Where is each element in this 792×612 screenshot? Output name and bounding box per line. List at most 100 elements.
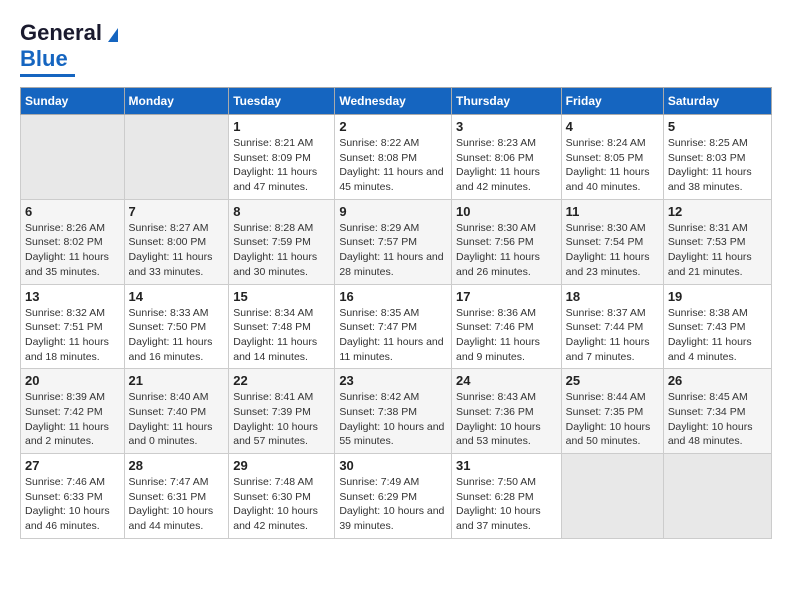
calendar-table: SundayMondayTuesdayWednesdayThursdayFrid… — [20, 87, 772, 539]
day-cell: 24 Sunrise: 8:43 AM Sunset: 7:36 PM Dayli… — [452, 369, 562, 454]
day-number: 16 — [339, 289, 447, 304]
day-number: 15 — [233, 289, 330, 304]
week-row-3: 13Sunrise: 8:32 AM Sunset: 7:51 PM Dayli… — [21, 284, 772, 369]
day-cell: 14 Sunrise: 8:33 AM Sunset: 7:50 PM Dayli… — [124, 284, 229, 369]
day-number: 29 — [233, 458, 330, 473]
day-info: Sunrise: 7:47 AM Sunset: 6:31 PM Dayligh… — [129, 475, 225, 534]
day-cell: 17 Sunrise: 8:36 AM Sunset: 7:46 PM Dayli… — [452, 284, 562, 369]
day-info: Sunrise: 7:46 AM Sunset: 6:33 PM Dayligh… — [25, 475, 120, 534]
day-number: 3 — [456, 119, 557, 134]
page-header: General Blue — [20, 20, 772, 77]
day-cell: 31Sunrise: 7:50 AM Sunset: 6:28 PM Dayli… — [452, 454, 562, 539]
day-cell: 9 Sunrise: 8:29 AM Sunset: 7:57 PM Daylig… — [335, 199, 452, 284]
day-info: Sunrise: 8:30 AM Sunset: 7:56 PM Dayligh… — [456, 221, 557, 280]
day-info: Sunrise: 8:28 AM Sunset: 7:59 PM Dayligh… — [233, 221, 330, 280]
day-cell: 15 Sunrise: 8:34 AM Sunset: 7:48 PM Dayli… — [229, 284, 335, 369]
day-cell: 23 Sunrise: 8:42 AM Sunset: 7:38 PM Dayli… — [335, 369, 452, 454]
day-cell — [663, 454, 771, 539]
logo: General Blue — [20, 20, 122, 77]
day-cell: 20Sunrise: 8:39 AM Sunset: 7:42 PM Dayli… — [21, 369, 125, 454]
day-info: Sunrise: 8:45 AM Sunset: 7:34 PM Dayligh… — [668, 390, 767, 449]
day-cell: 26 Sunrise: 8:45 AM Sunset: 7:34 PM Dayli… — [663, 369, 771, 454]
day-number: 9 — [339, 204, 447, 219]
day-number: 20 — [25, 373, 120, 388]
day-number: 8 — [233, 204, 330, 219]
logo-blue: Blue — [20, 46, 68, 72]
column-header-thursday: Thursday — [452, 88, 562, 115]
day-number: 22 — [233, 373, 330, 388]
day-cell: 18 Sunrise: 8:37 AM Sunset: 7:44 PM Dayli… — [561, 284, 663, 369]
day-cell: 7Sunrise: 8:27 AM Sunset: 8:00 PM Daylig… — [124, 199, 229, 284]
day-info: Sunrise: 8:32 AM Sunset: 7:51 PM Dayligh… — [25, 306, 120, 365]
logo-underline — [20, 74, 75, 77]
day-number: 21 — [129, 373, 225, 388]
day-cell: 19Sunrise: 8:38 AM Sunset: 7:43 PM Dayli… — [663, 284, 771, 369]
day-info: Sunrise: 8:23 AM Sunset: 8:06 PM Dayligh… — [456, 136, 557, 195]
day-info: Sunrise: 8:41 AM Sunset: 7:39 PM Dayligh… — [233, 390, 330, 449]
day-number: 30 — [339, 458, 447, 473]
day-cell: 3 Sunrise: 8:23 AM Sunset: 8:06 PM Daylig… — [452, 115, 562, 200]
day-cell: 6Sunrise: 8:26 AM Sunset: 8:02 PM Daylig… — [21, 199, 125, 284]
column-header-monday: Monday — [124, 88, 229, 115]
day-cell: 29 Sunrise: 7:48 AM Sunset: 6:30 PM Dayli… — [229, 454, 335, 539]
day-info: Sunrise: 7:49 AM Sunset: 6:29 PM Dayligh… — [339, 475, 447, 534]
day-info: Sunrise: 8:29 AM Sunset: 7:57 PM Dayligh… — [339, 221, 447, 280]
day-number: 11 — [566, 204, 659, 219]
day-info: Sunrise: 8:22 AM Sunset: 8:08 PM Dayligh… — [339, 136, 447, 195]
day-info: Sunrise: 8:40 AM Sunset: 7:40 PM Dayligh… — [129, 390, 225, 449]
column-header-tuesday: Tuesday — [229, 88, 335, 115]
day-info: Sunrise: 7:48 AM Sunset: 6:30 PM Dayligh… — [233, 475, 330, 534]
day-cell: 2 Sunrise: 8:22 AM Sunset: 8:08 PM Daylig… — [335, 115, 452, 200]
day-cell: 27 Sunrise: 7:46 AM Sunset: 6:33 PM Dayli… — [21, 454, 125, 539]
day-cell — [561, 454, 663, 539]
day-cell: 10Sunrise: 8:30 AM Sunset: 7:56 PM Dayli… — [452, 199, 562, 284]
day-cell: 12Sunrise: 8:31 AM Sunset: 7:53 PM Dayli… — [663, 199, 771, 284]
day-number: 18 — [566, 289, 659, 304]
day-number: 12 — [668, 204, 767, 219]
column-header-wednesday: Wednesday — [335, 88, 452, 115]
day-info: Sunrise: 8:24 AM Sunset: 8:05 PM Dayligh… — [566, 136, 659, 195]
day-info: Sunrise: 8:43 AM Sunset: 7:36 PM Dayligh… — [456, 390, 557, 449]
day-cell: 8 Sunrise: 8:28 AM Sunset: 7:59 PM Daylig… — [229, 199, 335, 284]
day-number: 26 — [668, 373, 767, 388]
day-cell: 5Sunrise: 8:25 AM Sunset: 8:03 PM Daylig… — [663, 115, 771, 200]
day-info: Sunrise: 7:50 AM Sunset: 6:28 PM Dayligh… — [456, 475, 557, 534]
day-number: 28 — [129, 458, 225, 473]
day-number: 5 — [668, 119, 767, 134]
day-info: Sunrise: 8:44 AM Sunset: 7:35 PM Dayligh… — [566, 390, 659, 449]
day-number: 14 — [129, 289, 225, 304]
day-info: Sunrise: 8:33 AM Sunset: 7:50 PM Dayligh… — [129, 306, 225, 365]
column-header-friday: Friday — [561, 88, 663, 115]
day-cell: 22 Sunrise: 8:41 AM Sunset: 7:39 PM Dayli… — [229, 369, 335, 454]
day-info: Sunrise: 8:35 AM Sunset: 7:47 PM Dayligh… — [339, 306, 447, 365]
day-info: Sunrise: 8:21 AM Sunset: 8:09 PM Dayligh… — [233, 136, 330, 195]
day-number: 23 — [339, 373, 447, 388]
week-row-1: 1 Sunrise: 8:21 AM Sunset: 8:09 PM Daylig… — [21, 115, 772, 200]
day-number: 7 — [129, 204, 225, 219]
day-info: Sunrise: 8:36 AM Sunset: 7:46 PM Dayligh… — [456, 306, 557, 365]
day-number: 1 — [233, 119, 330, 134]
day-cell: 4 Sunrise: 8:24 AM Sunset: 8:05 PM Daylig… — [561, 115, 663, 200]
day-number: 6 — [25, 204, 120, 219]
day-number: 24 — [456, 373, 557, 388]
week-row-2: 6Sunrise: 8:26 AM Sunset: 8:02 PM Daylig… — [21, 199, 772, 284]
day-info: Sunrise: 8:30 AM Sunset: 7:54 PM Dayligh… — [566, 221, 659, 280]
day-cell: 25 Sunrise: 8:44 AM Sunset: 7:35 PM Dayli… — [561, 369, 663, 454]
day-info: Sunrise: 8:37 AM Sunset: 7:44 PM Dayligh… — [566, 306, 659, 365]
day-number: 2 — [339, 119, 447, 134]
day-info: Sunrise: 8:42 AM Sunset: 7:38 PM Dayligh… — [339, 390, 447, 449]
logo-arrow-icon — [104, 24, 122, 42]
header-row: SundayMondayTuesdayWednesdayThursdayFrid… — [21, 88, 772, 115]
week-row-4: 20Sunrise: 8:39 AM Sunset: 7:42 PM Dayli… — [21, 369, 772, 454]
day-number: 27 — [25, 458, 120, 473]
day-cell: 11 Sunrise: 8:30 AM Sunset: 7:54 PM Dayli… — [561, 199, 663, 284]
day-info: Sunrise: 8:34 AM Sunset: 7:48 PM Dayligh… — [233, 306, 330, 365]
day-cell: 21 Sunrise: 8:40 AM Sunset: 7:40 PM Dayli… — [124, 369, 229, 454]
week-row-5: 27 Sunrise: 7:46 AM Sunset: 6:33 PM Dayli… — [21, 454, 772, 539]
day-cell: 30 Sunrise: 7:49 AM Sunset: 6:29 PM Dayli… — [335, 454, 452, 539]
day-number: 17 — [456, 289, 557, 304]
day-cell: 1 Sunrise: 8:21 AM Sunset: 8:09 PM Daylig… — [229, 115, 335, 200]
day-number: 4 — [566, 119, 659, 134]
day-cell: 28 Sunrise: 7:47 AM Sunset: 6:31 PM Dayli… — [124, 454, 229, 539]
day-number: 25 — [566, 373, 659, 388]
